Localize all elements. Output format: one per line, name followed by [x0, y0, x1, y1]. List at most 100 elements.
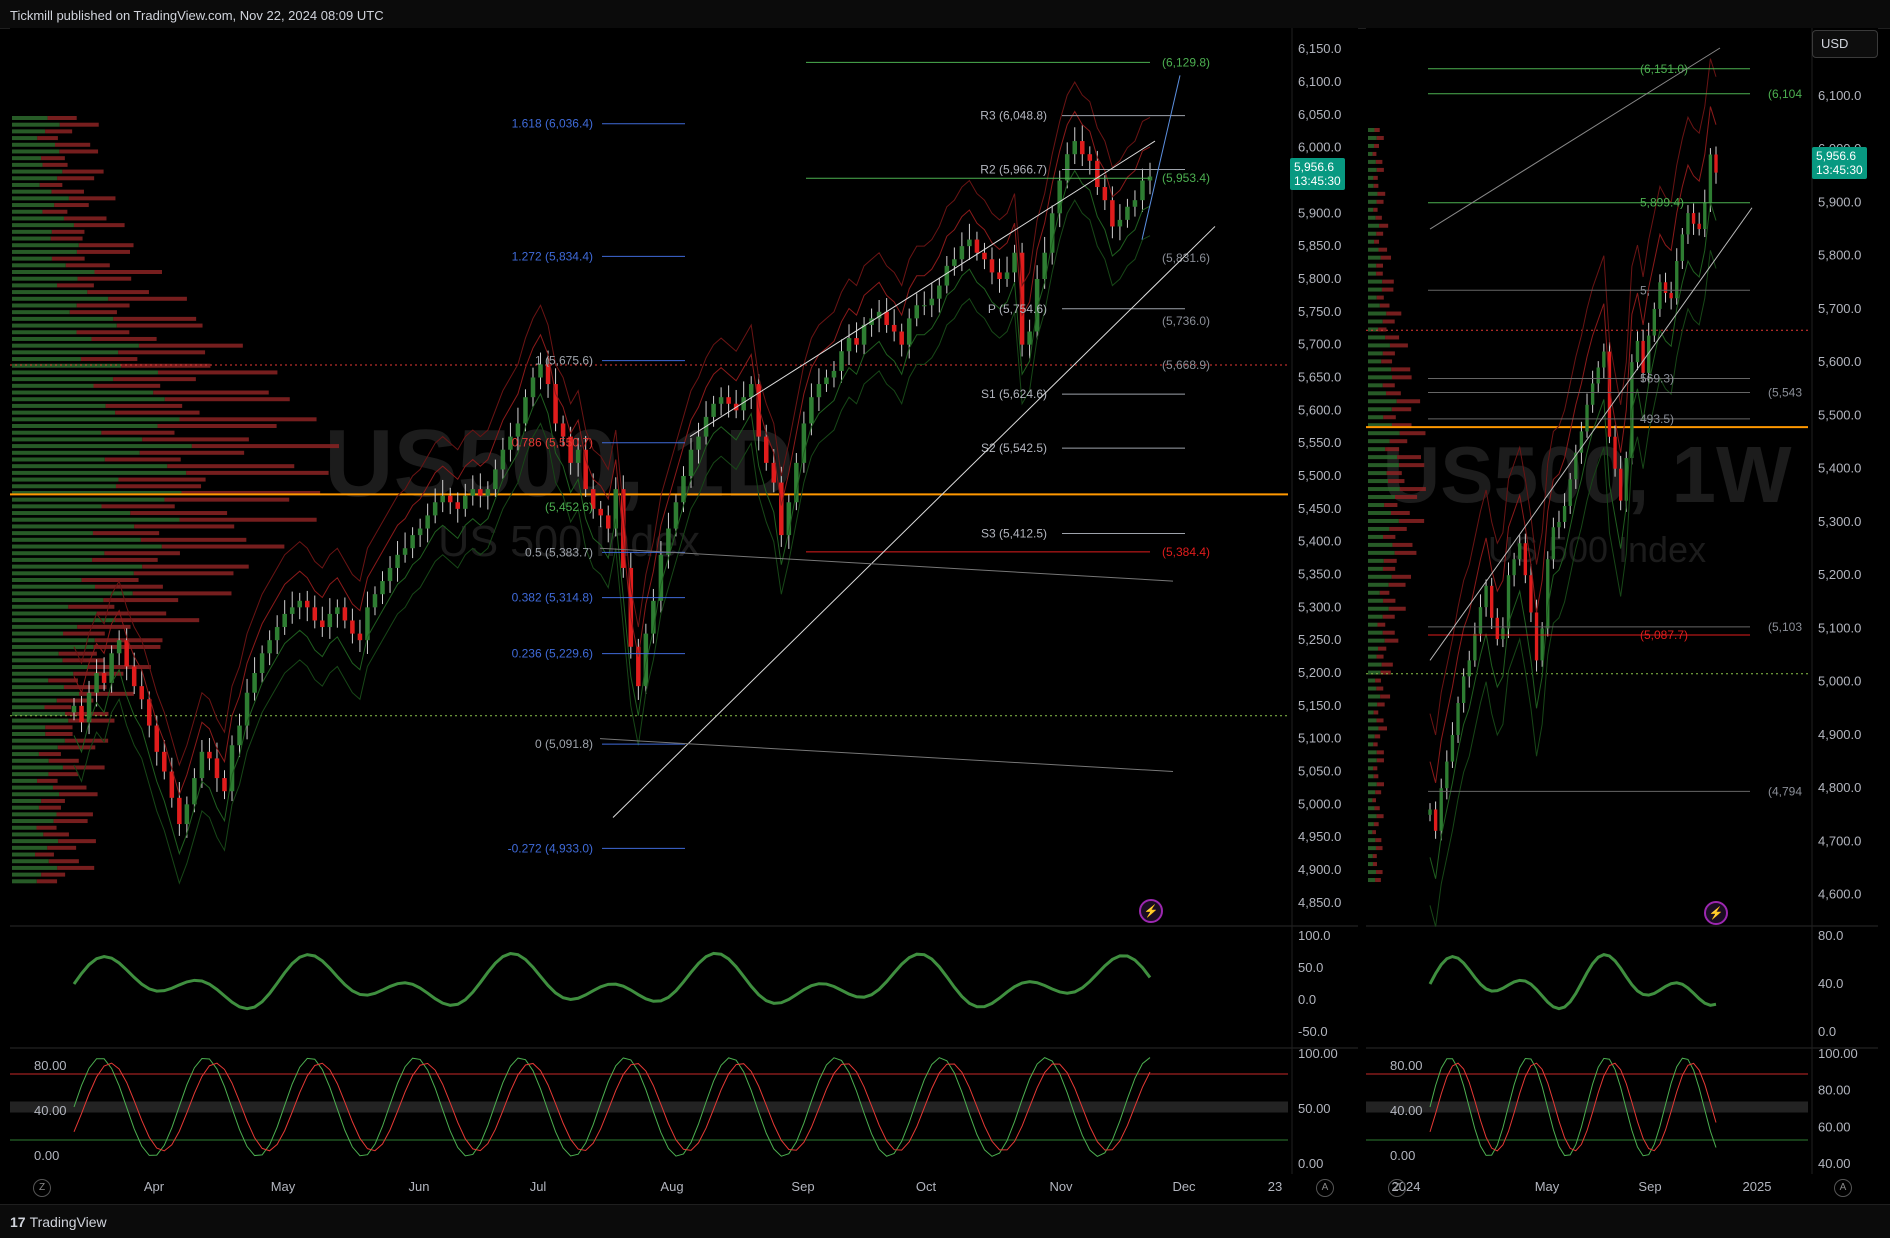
candle-body [779, 482, 784, 536]
candle-body [1652, 308, 1656, 336]
volume-profile-up [1368, 846, 1376, 851]
candle-body [237, 725, 242, 746]
candle-body [1557, 521, 1561, 528]
volume-profile-up [12, 604, 69, 609]
candle-body [267, 640, 272, 654]
flash-icon[interactable]: ⚡ [1704, 901, 1728, 925]
flash-icon[interactable]: ⚡ [1139, 899, 1163, 923]
volume-profile-up [1368, 447, 1386, 452]
volume-profile-down [1391, 407, 1412, 412]
volume-profile-up [12, 263, 66, 268]
price-tick-label: 6,150.0 [1298, 41, 1341, 56]
osc1-tick-label: 0.0 [1298, 992, 1316, 1007]
candle-body [1686, 213, 1690, 235]
time-tick-label: Aug [660, 1179, 683, 1194]
volume-profile-down [1373, 207, 1378, 212]
volume-profile-down [35, 852, 54, 857]
volume-profile-up [12, 270, 95, 274]
chart-canvas[interactable]: US500, 1DUS 500 Index6,150.06,100.06,050… [0, 28, 1890, 1204]
volume-profile-up [12, 611, 97, 616]
volume-profile-down [68, 196, 116, 201]
volume-profile-down [57, 865, 95, 870]
candle-body [282, 613, 287, 628]
volume-profile-up [1368, 215, 1376, 220]
volume-profile-up [1368, 670, 1381, 675]
candle-body [289, 607, 295, 614]
volume-profile-up [1368, 135, 1377, 140]
volume-profile-up [12, 176, 58, 181]
price-tick-label: 4,600.0 [1818, 887, 1861, 902]
volume-profile-up [1368, 614, 1383, 619]
volume-profile-up [12, 792, 60, 797]
price-tick-label: 5,300.0 [1298, 599, 1341, 614]
volume-profile-down [59, 149, 99, 154]
volume-profile-down [191, 444, 339, 449]
price-tick-label: 5,100.0 [1298, 731, 1341, 746]
daily-chart[interactable]: US500, 1DUS 500 Index6,150.06,100.06,050… [10, 28, 1358, 1194]
candle-body [1428, 809, 1432, 815]
candle-body [305, 600, 310, 608]
volume-profile-up [1368, 598, 1384, 603]
volume-profile-down [1382, 319, 1395, 324]
candle-body [846, 338, 852, 352]
volume-profile-up [12, 618, 115, 623]
volume-profile-down [138, 343, 243, 348]
price-tick-label: 5,800.0 [1818, 248, 1861, 263]
candle-body [1110, 200, 1115, 227]
auto-scale-icon[interactable]: A [1316, 1179, 1334, 1197]
zoom-icon[interactable]: Z [33, 1179, 51, 1197]
volume-profile-down [101, 504, 175, 509]
price-tick-label: 5,250.0 [1298, 632, 1341, 647]
candle-body [1562, 505, 1567, 522]
volume-profile-down [53, 819, 88, 824]
tradingview-logo[interactable]: 17 TradingView [10, 1214, 107, 1230]
volume-profile-up [12, 825, 37, 830]
candle-body [1714, 154, 1718, 173]
volume-profile-down [1383, 558, 1397, 563]
fib-level-label: 0.236 (5,229.6) [512, 647, 593, 661]
volume-profile-down [1376, 686, 1384, 691]
volume-profile-up [12, 196, 69, 201]
volume-profile-down [179, 417, 317, 422]
volume-profile-up [12, 357, 81, 362]
candle-body [350, 620, 355, 634]
watermark-symbol: US500, 1W [1382, 430, 1792, 519]
volume-profile-up [12, 430, 102, 435]
candle-body [365, 607, 370, 641]
volume-profile-down [59, 122, 99, 127]
candle-body [1551, 527, 1556, 560]
volume-profile-up [12, 336, 92, 341]
volume-profile-up [12, 738, 65, 743]
volume-profile-down [63, 685, 107, 690]
zoom-icon[interactable]: Z [1388, 1179, 1406, 1197]
weekly-chart[interactable]: US500, 1WUS 500 Index6,100.06,000.05,900… [1366, 28, 1878, 1194]
volume-profile-down [58, 839, 96, 844]
volume-profile-down [48, 758, 79, 763]
osc1-tick-label: 0.0 [1818, 1024, 1836, 1039]
candle-body [297, 600, 302, 608]
volume-profile-up [1368, 790, 1376, 795]
candle-body [1117, 219, 1123, 227]
volume-profile-up [12, 778, 38, 783]
volume-profile-up [1368, 487, 1400, 492]
volume-profile-down [1391, 367, 1411, 372]
level-label: (5,087.7) [1640, 628, 1688, 642]
volume-profile-down [77, 624, 131, 629]
fib-level-label: 1 (5,675.6) [535, 354, 593, 368]
currency-button[interactable]: USD [1812, 30, 1878, 58]
volume-profile-up [12, 303, 77, 308]
candle-body [854, 338, 859, 345]
volume-profile-up [1368, 159, 1376, 164]
volume-profile-up [12, 872, 42, 877]
volume-profile-up [1368, 375, 1392, 380]
volume-profile-up [12, 122, 60, 127]
volume-profile-down [118, 350, 206, 355]
volume-profile-down [1388, 479, 1405, 484]
volume-profile-up [1368, 367, 1392, 372]
auto-scale-icon[interactable]: A [1834, 1179, 1852, 1197]
candle-body [131, 666, 137, 687]
price-tick-label: 4,900.0 [1818, 727, 1861, 742]
volume-profile-up [12, 209, 43, 214]
volume-profile-up [12, 752, 39, 757]
volume-profile-up [1368, 646, 1379, 651]
